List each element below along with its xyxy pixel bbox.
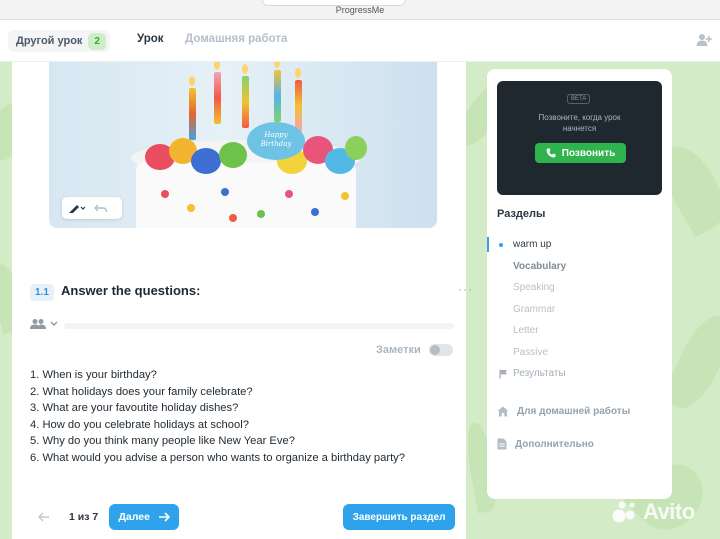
section-item-warm-up[interactable]: warm up (487, 234, 672, 256)
previous-button[interactable] (30, 504, 58, 530)
lesson-content-card: Happy Birthday 1.1 Answer the questions:… (12, 62, 472, 539)
lesson-sidebar: BETA Позвоните, когда урок начнется Позв… (487, 69, 672, 499)
other-lesson-label: Другой урок (16, 35, 83, 47)
home-icon (497, 406, 509, 417)
notes-label: Заметки (376, 344, 421, 356)
pagination: 1 из 7 Далее (30, 504, 180, 530)
pen-tool-icon[interactable] (68, 202, 86, 214)
section-item-results[interactable]: Результаты (487, 363, 672, 385)
more-options-icon[interactable]: ··· (458, 282, 473, 296)
exercise-number: 1.1 (30, 284, 54, 301)
section-label: Результаты (513, 368, 566, 380)
question-item: 5. Why do you think many people like New… (30, 435, 295, 448)
section-label: warm up (513, 239, 552, 251)
avito-logo-icon (612, 501, 635, 523)
sections-list: warm up Vocabulary Speaking Grammar Lett… (487, 234, 672, 385)
avito-watermark: Avito (612, 499, 695, 525)
document-icon (497, 438, 507, 450)
section-item-speaking[interactable]: Speaking (487, 277, 672, 299)
video-call-panel: BETA Позвоните, когда урок начнется Позв… (497, 81, 662, 195)
notes-toggle[interactable]: Заметки (376, 344, 453, 356)
arrow-right-icon (158, 512, 170, 522)
homework-section-label: Для домашней работы (517, 406, 631, 417)
window-titlebar: ProgressMe (0, 0, 720, 20)
tab-homework[interactable]: Домашняя работа (185, 33, 287, 45)
annotation-toolbar (62, 197, 122, 219)
questions-list: 1. When is your birthday? 2. What holida… (30, 367, 405, 467)
call-message: Позвоните, когда урок начнется (497, 112, 662, 134)
other-lesson-button[interactable]: Другой урок 2 (8, 30, 110, 52)
tab-lesson[interactable]: Урок (137, 33, 164, 45)
homework-section-link[interactable]: Для домашней работы (497, 406, 630, 417)
sections-heading: Разделы (497, 208, 546, 220)
call-message-line2: начнется (562, 124, 597, 133)
other-lesson-count-badge: 2 (88, 32, 106, 50)
person-add-icon[interactable] (696, 32, 712, 48)
section-item-grammar[interactable]: Grammar (487, 299, 672, 321)
next-button[interactable]: Далее (109, 504, 180, 530)
birthday-cake-image: Happy Birthday (49, 62, 437, 228)
window-title: ProgressMe (335, 5, 385, 15)
finish-section-button[interactable]: Завершить раздел (343, 504, 455, 530)
call-button[interactable]: Позвонить (535, 143, 626, 163)
chevron-down-icon (50, 321, 58, 326)
plaque-line1: Happy (264, 131, 288, 139)
section-item-vocabulary[interactable]: Vocabulary (487, 256, 672, 278)
section-label: Grammar (513, 303, 556, 315)
question-item: 6. What would you advise a person who wa… (30, 451, 405, 464)
users-group-icon (30, 319, 46, 329)
section-label: Letter (513, 325, 539, 337)
undo-icon[interactable] (94, 202, 108, 214)
flag-icon (499, 369, 507, 379)
current-section-dot (499, 243, 503, 247)
plaque-line2: Birthday (260, 140, 292, 148)
arrow-left-icon (38, 512, 49, 522)
question-item: 4. How do you celebrate holidays at scho… (30, 418, 249, 431)
group-selector[interactable] (30, 318, 59, 330)
section-label: Vocabulary (513, 260, 567, 272)
section-label: Speaking (513, 282, 555, 294)
phone-icon (546, 148, 556, 158)
additional-section-link[interactable]: Дополнительно (497, 438, 594, 450)
group-progress-track (64, 323, 454, 329)
call-button-label: Позвонить (561, 147, 616, 159)
additional-section-label: Дополнительно (515, 438, 594, 450)
watermark-text: Avito (643, 499, 695, 524)
section-item-passive[interactable]: Passive (487, 342, 672, 364)
happy-birthday-plaque: Happy Birthday (247, 122, 305, 160)
lesson-header: Другой урок 2 Урок Домашняя работа (0, 20, 720, 62)
exercise-title: Answer the questions: (61, 283, 201, 298)
next-button-label: Далее (118, 511, 150, 523)
question-item: 3. What are your favoutite holiday dishe… (30, 402, 239, 415)
section-item-letter[interactable]: Letter (487, 320, 672, 342)
call-message-line1: Позвоните, когда урок (538, 113, 621, 122)
beta-badge: BETA (567, 94, 591, 104)
notes-switch[interactable] (428, 344, 453, 356)
section-label: Passive (513, 346, 549, 358)
page-counter: 1 из 7 (69, 511, 99, 523)
question-item: 2. What holidays does your family celebr… (30, 385, 253, 398)
question-item: 1. When is your birthday? (30, 369, 157, 381)
